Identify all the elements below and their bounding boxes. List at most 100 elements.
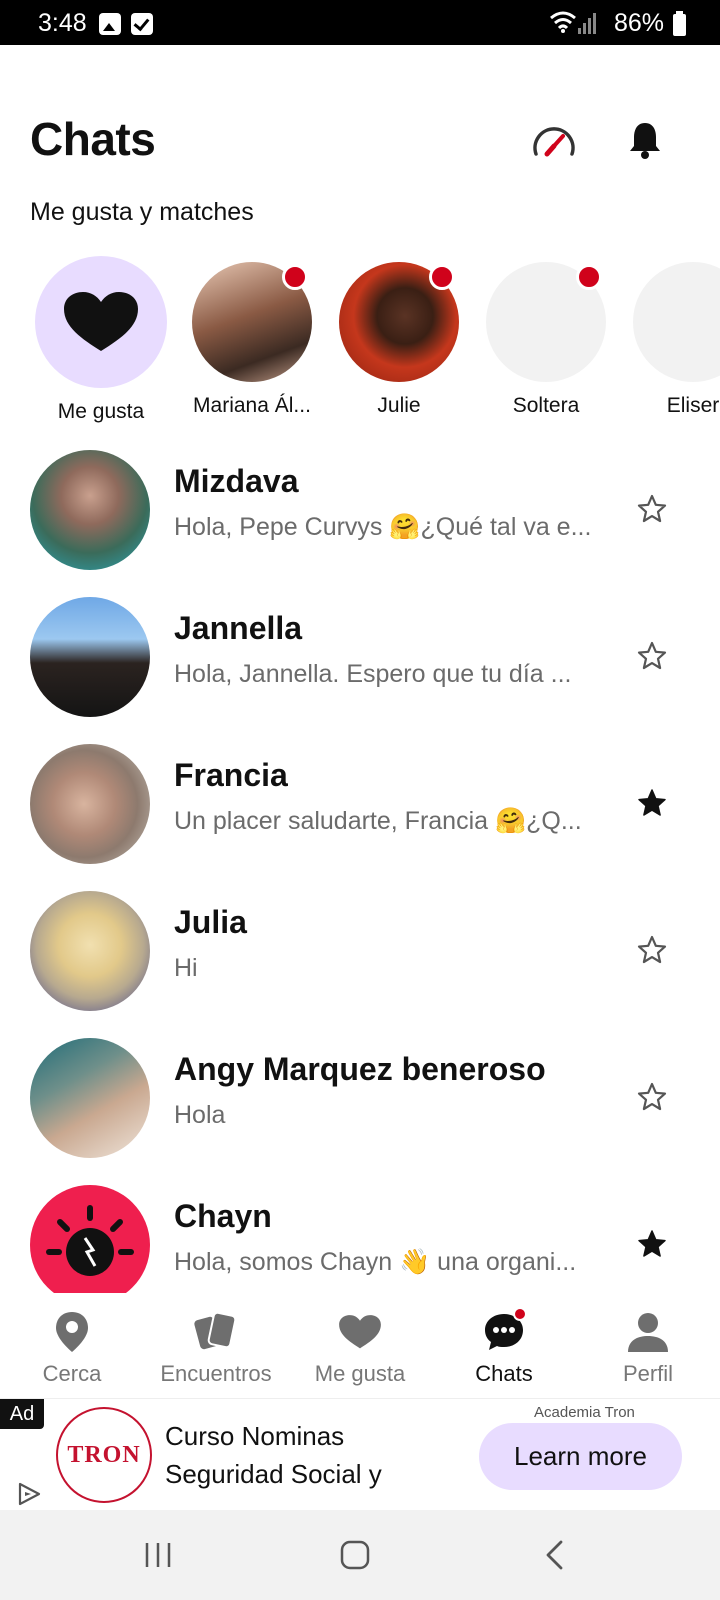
recent-apps-button[interactable] (128, 1530, 188, 1580)
chat-name: Angy Marquez beneroso (174, 1051, 546, 1087)
avatar (339, 262, 459, 382)
status-bar: 3:48 86% (0, 0, 720, 45)
favorite-button[interactable] (630, 1222, 674, 1266)
match-item[interactable]: Eliser (623, 262, 720, 418)
nav-label: Cerca (42, 1361, 102, 1386)
likes-label: Me gusta (57, 400, 145, 423)
chat-name: Jannella (174, 610, 303, 646)
avatar (30, 891, 150, 1011)
boost-button[interactable] (527, 113, 581, 167)
gallery-notification-icon (99, 13, 121, 35)
favorite-button[interactable] (630, 1075, 674, 1119)
checkbox-notification-icon (131, 13, 153, 35)
battery-percentage: 86% (614, 9, 665, 37)
nav-label: Me gusta (314, 1361, 406, 1386)
battery-icon (673, 11, 686, 36)
lightbulb-icon (46, 1205, 134, 1276)
match-item[interactable]: Julie (329, 262, 469, 418)
chat-row[interactable]: Angy Marquez beneroso Hola (0, 1033, 720, 1183)
nav-me-gusta[interactable]: Me gusta (288, 1295, 432, 1398)
avatar (486, 262, 606, 382)
matches-carousel[interactable]: Me gusta Mariana Ál... Julie Soltera Eli… (0, 256, 720, 432)
location-pin-icon (47, 1307, 97, 1357)
chat-row[interactable]: Julia Hi (0, 886, 720, 1036)
ad-choices-icon[interactable] (16, 1481, 42, 1507)
bottom-nav: Cerca Encuentros Me gusta Chats Perfil (0, 1295, 720, 1398)
likes-tile[interactable]: Me gusta (31, 256, 171, 424)
chat-list[interactable]: Mizdava Hola, Pepe Curvys 🤗¿Qué tal va e… (0, 450, 720, 1293)
unread-dot (282, 264, 308, 290)
system-nav-bar (0, 1510, 720, 1600)
favorite-button[interactable] (630, 928, 674, 972)
star-outline-icon (637, 494, 667, 523)
avatar (192, 262, 312, 382)
chat-row[interactable]: Chayn Hola, somos Chayn 👋 una organi... (0, 1180, 720, 1293)
chat-name: Chayn (174, 1198, 272, 1234)
chat-preview: Hola (174, 1101, 226, 1129)
chat-name: Francia (174, 757, 288, 793)
heart-icon (335, 1307, 385, 1357)
nav-encuentros[interactable]: Encuentros (144, 1295, 288, 1398)
match-item[interactable]: Soltera (476, 262, 616, 418)
unread-dot (513, 1307, 527, 1321)
likes-avatar (35, 256, 167, 388)
heart-icon (64, 292, 138, 351)
back-chevron-icon (546, 1540, 563, 1570)
avatar (30, 450, 150, 570)
learn-more-button[interactable]: Learn more (479, 1423, 682, 1490)
star-outline-icon (637, 641, 667, 670)
chat-name: Mizdava (174, 463, 299, 499)
nav-perfil[interactable]: Perfil (576, 1295, 720, 1398)
nav-label: Encuentros (160, 1361, 272, 1386)
star-outline-icon (637, 1082, 667, 1111)
back-button[interactable] (524, 1530, 584, 1580)
nav-chats[interactable]: Chats (432, 1295, 576, 1398)
ad-banner[interactable]: Ad TRON Curso Nominas Seguridad Social y… (0, 1398, 720, 1510)
favorite-button[interactable] (630, 781, 674, 825)
match-name: Julie (377, 394, 421, 417)
chat-preview: Hola, Jannella. Espero que tu día ... (174, 660, 572, 688)
chat-name: Julia (174, 904, 247, 940)
ad-title: Curso Nominas Seguridad Social y (165, 1421, 382, 1489)
home-icon (340, 1540, 370, 1570)
avatar (30, 1038, 150, 1158)
ad-badge: Ad (0, 1399, 44, 1429)
match-item[interactable]: Mariana Ál... (182, 262, 322, 418)
profile-icon (623, 1307, 673, 1357)
matches-section-title: Me gusta y matches (30, 198, 254, 226)
avatar (30, 744, 150, 864)
bell-icon (630, 123, 660, 159)
logo-text: TRON (67, 1441, 141, 1468)
page-title: Chats (30, 113, 156, 165)
avatar (30, 1185, 150, 1293)
avatar (30, 597, 150, 717)
cards-icon (191, 1307, 241, 1357)
chat-bubble-icon (479, 1307, 529, 1357)
chat-row[interactable]: Francia Un placer saludarte, Francia 🤗¿Q… (0, 739, 720, 889)
unread-dot (576, 264, 602, 290)
unread-dot (429, 264, 455, 290)
recent-apps-icon (145, 1543, 171, 1567)
chat-preview: Hi (174, 954, 198, 982)
status-time: 3:48 (38, 9, 87, 37)
signal-icon (578, 13, 596, 34)
match-name: Mariana Ál... (193, 394, 311, 417)
chat-preview: Hola, Pepe Curvys 🤗¿Qué tal va e... (174, 513, 592, 541)
star-outline-icon (637, 935, 667, 964)
match-name: Soltera (512, 394, 580, 417)
chat-row[interactable]: Jannella Hola, Jannella. Espero que tu d… (0, 592, 720, 742)
speedometer-icon (533, 127, 575, 157)
home-button[interactable] (325, 1530, 385, 1580)
chat-row[interactable]: Mizdava Hola, Pepe Curvys 🤗¿Qué tal va e… (0, 450, 720, 595)
nav-cerca[interactable]: Cerca (0, 1295, 144, 1398)
favorite-button[interactable] (630, 634, 674, 678)
nav-label: Perfil (622, 1361, 674, 1386)
nav-label: Chats (475, 1361, 533, 1386)
favorite-button[interactable] (630, 487, 674, 531)
notifications-button[interactable] (618, 113, 672, 167)
match-name: Eliser (666, 394, 720, 417)
chat-preview: Hola, somos Chayn 👋 una organi... (174, 1248, 577, 1276)
avatar (633, 262, 720, 382)
wifi-icon (550, 11, 576, 33)
advertiser-logo: TRON (56, 1407, 152, 1503)
